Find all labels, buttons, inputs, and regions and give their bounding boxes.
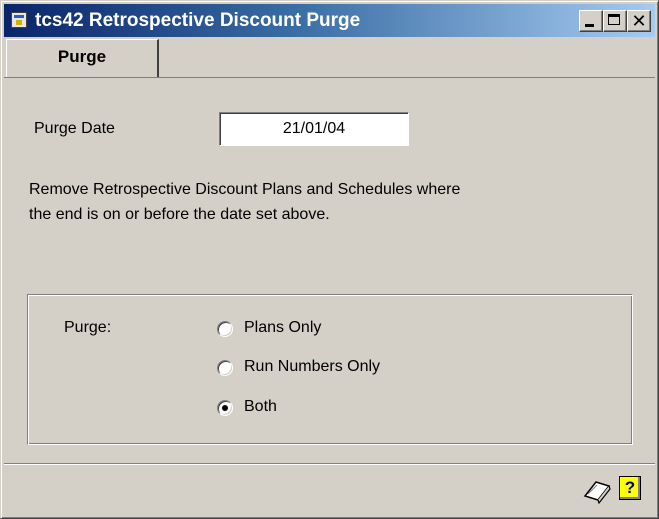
description-line-2: the end is on or before the date set abo… (29, 206, 330, 223)
radio-button-selected[interactable] (217, 400, 233, 416)
purge-date-field[interactable] (219, 112, 409, 146)
tab-strip: Purge (4, 37, 655, 78)
purge-options-group: Purge: Plans Only Run Numbers Only Both (27, 294, 633, 445)
purge-options-label: Purge: (64, 319, 112, 336)
close-icon: ✕ (631, 11, 647, 31)
app-window-icon[interactable] (11, 12, 27, 28)
maximize-button[interactable] (603, 10, 627, 32)
title-bar[interactable]: tcs42 Retrospective Discount Purge ✕ (4, 4, 655, 37)
tab-purge[interactable]: Purge (6, 39, 159, 77)
purge-panel: Purge Date Remove Retrospective Discount… (4, 78, 655, 462)
radio-button[interactable] (217, 360, 233, 376)
help-icon[interactable]: ? (619, 476, 641, 500)
radio-label: Run Numbers Only (244, 358, 381, 375)
window-title: tcs42 Retrospective Discount Purge (35, 10, 361, 31)
purge-description: Remove Retrospective Discount Plans and … (29, 177, 629, 227)
description-line-1: Remove Retrospective Discount Plans and … (29, 181, 461, 198)
radio-button[interactable] (217, 321, 233, 337)
radio-label: Both (244, 398, 277, 415)
minimize-button[interactable] (579, 10, 603, 32)
status-bar: ? (4, 463, 655, 514)
purge-date-label: Purge Date (34, 120, 115, 137)
purge-window: tcs42 Retrospective Discount Purge ✕ Pur… (0, 0, 659, 519)
note-pad-icon[interactable] (582, 476, 612, 505)
close-button[interactable]: ✕ (627, 10, 651, 32)
radio-label: Plans Only (244, 319, 322, 336)
